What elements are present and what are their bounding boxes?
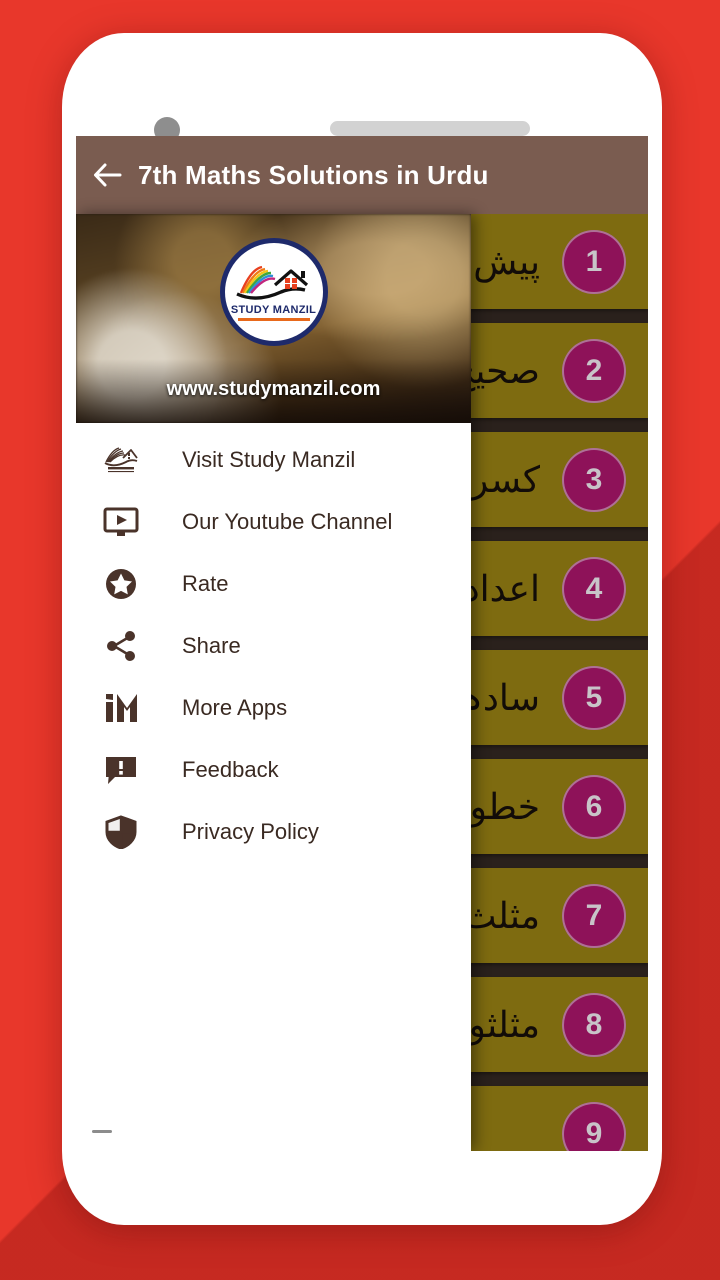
chapter-number-badge: 7 <box>562 883 626 948</box>
logo-text-secondary: MANZIL <box>272 304 317 316</box>
shield-icon <box>98 809 144 855</box>
study-manzil-mark-icon <box>98 437 144 483</box>
drawer-item-feedback[interactable]: Feedback <box>76 739 471 801</box>
chapter-number-badge: 4 <box>562 556 626 621</box>
back-arrow-icon <box>94 163 122 187</box>
drawer-item-label: Privacy Policy <box>182 819 319 844</box>
back-button[interactable] <box>76 136 138 214</box>
earpiece-speaker-icon <box>330 121 530 136</box>
drawer-item-rate[interactable]: Rate <box>76 553 471 615</box>
drawer-header: STUDY MANZIL www.studymanzil.com <box>76 214 471 423</box>
logo-graphic-icon <box>235 265 308 300</box>
site-url-label: www.studymanzil.com <box>166 378 381 400</box>
phone-screen: 1 پیش 2 صحیح 3 کسری 4 اعداد 5 سادہ 6 خطوط 7 مثلث 8 مثلث… <box>76 136 648 1151</box>
drawer-item-our-youtube-channel[interactable]: Our Youtube Channel <box>76 491 471 553</box>
drawer-menu: Visit Study Manzil Our Youtube Channel Rat… <box>76 423 471 863</box>
drawer-item-more-apps[interactable]: More Apps <box>76 677 471 739</box>
im-monogram-icon <box>98 685 144 731</box>
page-title: 7th Maths Solutions in Urdu <box>138 159 489 190</box>
logo-underline <box>237 318 310 321</box>
speech-bubble-alert-icon <box>98 747 144 793</box>
chapter-label: پیش <box>473 240 540 282</box>
drawer-item-label: Our Youtube Channel <box>182 509 393 534</box>
phone-frame: 1 پیش 2 صحیح 3 کسری 4 اعداد 5 سادہ 6 خطوط 7 مثلث 8 مثلث… <box>62 33 662 1225</box>
video-monitor-icon <box>98 499 144 545</box>
drawer-bottom-mark <box>92 1130 112 1133</box>
drawer-item-visit-study-manzil[interactable]: Visit Study Manzil <box>76 429 471 491</box>
chapter-number-badge: 3 <box>562 447 626 512</box>
drawer-item-label: Visit Study Manzil <box>182 447 356 472</box>
star-circle-icon <box>98 561 144 607</box>
drawer-item-label: Feedback <box>182 757 279 782</box>
drawer-item-label: More Apps <box>182 695 288 720</box>
chapter-number-badge: 5 <box>562 665 626 730</box>
logo-text-primary: STUDY <box>230 304 270 316</box>
chapter-number-badge: 9 <box>562 1101 626 1151</box>
chapter-number-badge: 1 <box>562 229 626 294</box>
share-nodes-icon <box>98 623 144 669</box>
chapter-label: مثلث <box>462 894 540 936</box>
drawer-item-share[interactable]: Share <box>76 615 471 677</box>
navigation-drawer: STUDY MANZIL www.studymanzil.com Visit S… <box>76 214 471 1151</box>
chapter-number-badge: 6 <box>562 774 626 839</box>
chapter-number-badge: 8 <box>562 992 626 1057</box>
drawer-item-label: Share <box>182 633 241 658</box>
drawer-item-label: Rate <box>182 571 229 596</box>
drawer-item-privacy-policy[interactable]: Privacy Policy <box>76 801 471 863</box>
app-bar: 7th Maths Solutions in Urdu <box>76 136 648 214</box>
chapter-label: اعداد <box>463 567 540 609</box>
study-manzil-logo: STUDY MANZIL <box>219 238 328 346</box>
chapter-label: سادہ <box>461 676 540 718</box>
chapter-number-badge: 2 <box>562 338 626 403</box>
